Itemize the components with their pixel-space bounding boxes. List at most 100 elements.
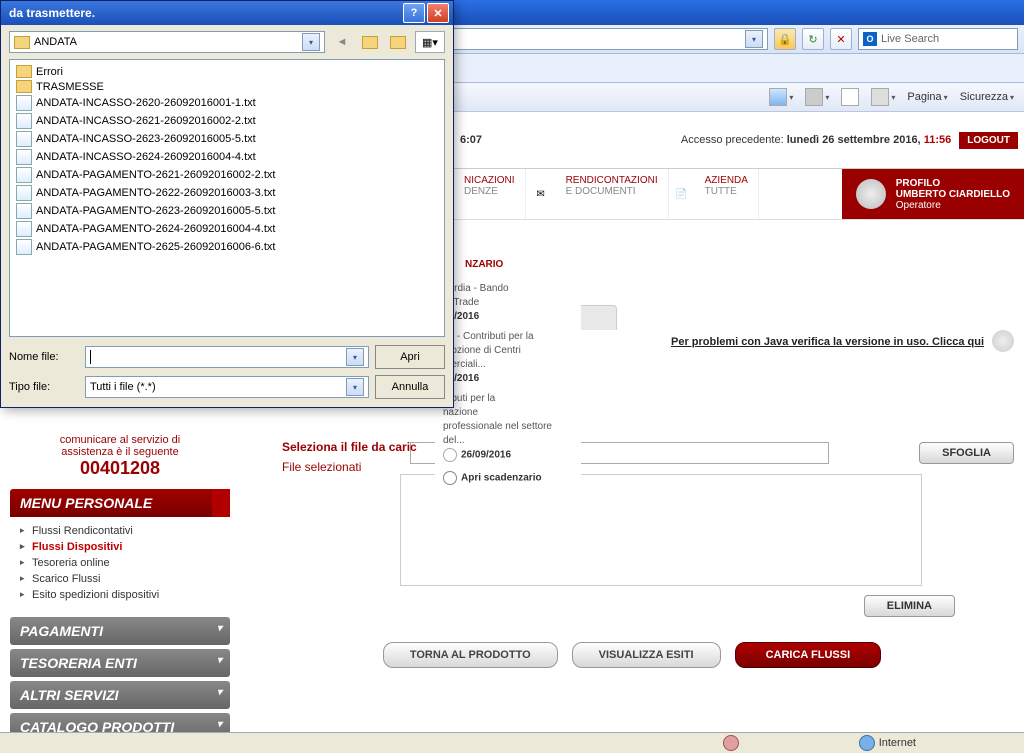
security-zone[interactable]: Internet [859,735,916,751]
dialog-toolbar: ANDATA ▾ ◄ ▦▾ [1,25,453,59]
filename-input[interactable]: ▾ [85,346,369,368]
filetype-combo[interactable]: Tutti i file (*.*) ▾ [85,376,369,398]
file-icon [16,239,32,255]
current-time: 6:07 [460,134,482,146]
file-icon [16,167,32,183]
carica-button[interactable]: CARICA FLUSSI [735,642,882,668]
mail-button[interactable] [841,88,859,106]
internet-zone-icon [859,735,875,751]
lock-icon: 🔒 [774,28,796,50]
sidebar-link[interactable]: Flussi Dispositivi [20,539,220,555]
file-name: ANDATA-INCASSO-2620-26092016001-1.txt [36,97,256,109]
gear-icon[interactable] [992,330,1014,352]
dialog-help-button[interactable]: ? [403,3,425,23]
clock-icon [443,471,457,485]
refresh-icon[interactable]: ↻ [802,28,824,50]
home-icon [769,88,787,106]
file-item[interactable]: ANDATA-PAGAMENTO-2624-26092016004-4.txt [16,220,438,238]
sidebar-link[interactable]: Flussi Rendicontativi [20,523,220,539]
print-icon [871,88,889,106]
assist-number: 00401208 [10,458,230,479]
file-item[interactable]: ANDATA-PAGAMENTO-2623-26092016005-5.txt [16,202,438,220]
filetype-label: Tipo file: [9,381,79,393]
look-in-combo[interactable]: ANDATA ▾ [9,31,325,53]
profile-box[interactable]: PROFILO UMBERTO CIARDIELLO Operatore [842,169,1024,219]
text-cursor [90,350,91,364]
assist-line1: comunicare al servizio di [10,434,230,446]
sfoglia-button[interactable]: SFOGLIA [919,442,1014,464]
torna-button[interactable]: TORNA AL PRODOTTO [383,642,558,668]
home-button[interactable]: ▾ [769,88,793,106]
folder-item[interactable]: Errori [16,64,438,79]
open-button[interactable]: Apri [375,345,445,369]
file-name: ANDATA-PAGAMENTO-2623-26092016005-5.txt [36,205,275,217]
stop-icon[interactable]: ✕ [830,28,852,50]
file-item[interactable]: ANDATA-PAGAMENTO-2621-26092016002-2.txt [16,166,438,184]
search-input[interactable]: O Live Search [858,28,1018,50]
file-name: ANDATA-PAGAMENTO-2624-26092016004-4.txt [36,223,275,235]
file-name: ANDATA-INCASSO-2624-26092016004-4.txt [36,151,256,163]
print-button[interactable]: ▾ [871,88,895,106]
main-column: SFOGLIA ELIMINA TORNA AL PRODOTTO VISUAL… [250,430,1014,736]
file-icon [16,203,32,219]
file-item[interactable]: ANDATA-INCASSO-2620-26092016001-1.txt [16,94,438,112]
menu-rendicontazioni[interactable]: RENDICONTAZIONI E DOCUMENTI [556,169,669,219]
open-scadenzario-link[interactable]: Apri scadenzario [443,471,573,486]
file-item[interactable]: ANDATA-INCASSO-2621-26092016002-2.txt [16,112,438,130]
elimina-button[interactable]: ELIMINA [864,595,955,617]
sidebar-link[interactable]: Esito spedizioni dispositivi [20,587,220,603]
file-name: ANDATA-PAGAMENTO-2625-26092016006-6.txt [36,241,275,253]
visualizza-button[interactable]: VISUALIZZA ESITI [572,642,721,668]
views-button[interactable]: ▦▾ [415,31,445,53]
file-icon [16,185,32,201]
dialog-close-button[interactable]: ✕ [427,3,449,23]
envelope-icon: ✉ [526,169,556,219]
globe-icon [856,179,886,209]
new-folder-button[interactable] [387,32,409,52]
file-name: Errori [36,66,63,78]
file-list[interactable]: ErroriTRASMESSE ANDATA-INCASSO-2620-26092… [9,59,445,337]
feeds-button[interactable]: ▾ [805,88,829,106]
file-item[interactable]: ANDATA-PAGAMENTO-2622-26092016003-3.txt [16,184,438,202]
file-name: ANDATA-PAGAMENTO-2622-26092016003-3.txt [36,187,275,199]
cat-pagamenti[interactable]: PAGAMENTI [10,617,230,645]
dialog-title: da trasmettere. [9,6,95,20]
menu-comunicazioni[interactable]: NICAZIONI DENZE [454,169,526,219]
file-icon [16,131,32,147]
file-icon [16,113,32,129]
cat-tesoreria[interactable]: TESORERIA ENTI [10,649,230,677]
java-warning[interactable]: Per problemi con Java verifica la versio… [671,336,984,348]
folder-icon [16,80,32,93]
sidebar-link[interactable]: Tesoreria online [20,555,220,571]
filetype-dropdown-icon[interactable]: ▾ [346,378,364,396]
scadenzario-panel: NZARIO bardia - Bando el Trade 09/2016 r… [435,252,581,491]
cat-altri[interactable]: ALTRI SERVIZI [10,681,230,709]
file-icon [16,149,32,165]
file-name: ANDATA-INCASSO-2623-26092016005-5.txt [36,133,256,145]
page-menu[interactable]: Pagina▾ [907,91,947,103]
file-item[interactable]: ANDATA-INCASSO-2624-26092016004-4.txt [16,148,438,166]
folder-icon [14,36,30,49]
file-item[interactable]: ANDATA-INCASSO-2623-26092016005-5.txt [16,130,438,148]
url-dropdown-icon[interactable]: ▾ [745,30,763,48]
look-in-dropdown-icon[interactable]: ▾ [302,33,320,51]
menu-azienda[interactable]: AZIENDA TUTTE [695,169,759,219]
up-button[interactable] [359,32,381,52]
file-icon [16,221,32,237]
search-placeholder: Live Search [881,33,939,45]
back-button[interactable]: ◄ [331,32,353,52]
menu-personale-header[interactable]: MENU PERSONALE [10,489,230,517]
popup-blocked-icon[interactable] [723,735,739,751]
new-folder-icon [390,36,406,49]
sidebar-link[interactable]: Scarico Flussi [20,571,220,587]
left-column: comunicare al servizio di assistenza è i… [10,430,230,736]
clock-icon [443,448,457,462]
logout-button[interactable]: LOGOUT [959,132,1018,149]
last-access: Accesso precedente: lunedì 26 settembre … [681,134,951,146]
cancel-button[interactable]: Annulla [375,375,445,399]
folder-item[interactable]: TRASMESSE [16,79,438,94]
filename-dropdown-icon[interactable]: ▾ [346,348,364,366]
file-item[interactable]: ANDATA-PAGAMENTO-2625-26092016006-6.txt [16,238,438,256]
folder-up-icon [362,36,378,49]
safety-menu[interactable]: Sicurezza▾ [960,91,1014,103]
